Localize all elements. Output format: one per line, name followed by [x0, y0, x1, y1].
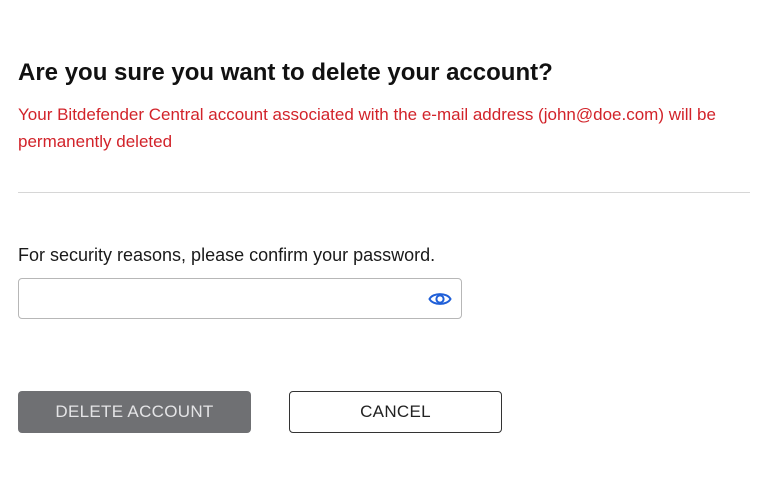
password-field-container	[18, 278, 462, 319]
eye-icon[interactable]	[427, 287, 453, 311]
deletion-warning-text: Your Bitdefender Central account associa…	[18, 105, 716, 151]
dialog-title: Are you sure you want to delete your acc…	[18, 59, 553, 86]
delete-account-button[interactable]: DELETE ACCOUNT	[18, 391, 251, 433]
password-input[interactable]	[19, 279, 419, 318]
divider	[18, 192, 750, 193]
password-prompt-label: For security reasons, please confirm you…	[18, 245, 436, 265]
cancel-button[interactable]: CANCEL	[289, 391, 502, 433]
delete-account-dialog: Are you sure you want to delete your acc…	[0, 0, 768, 499]
